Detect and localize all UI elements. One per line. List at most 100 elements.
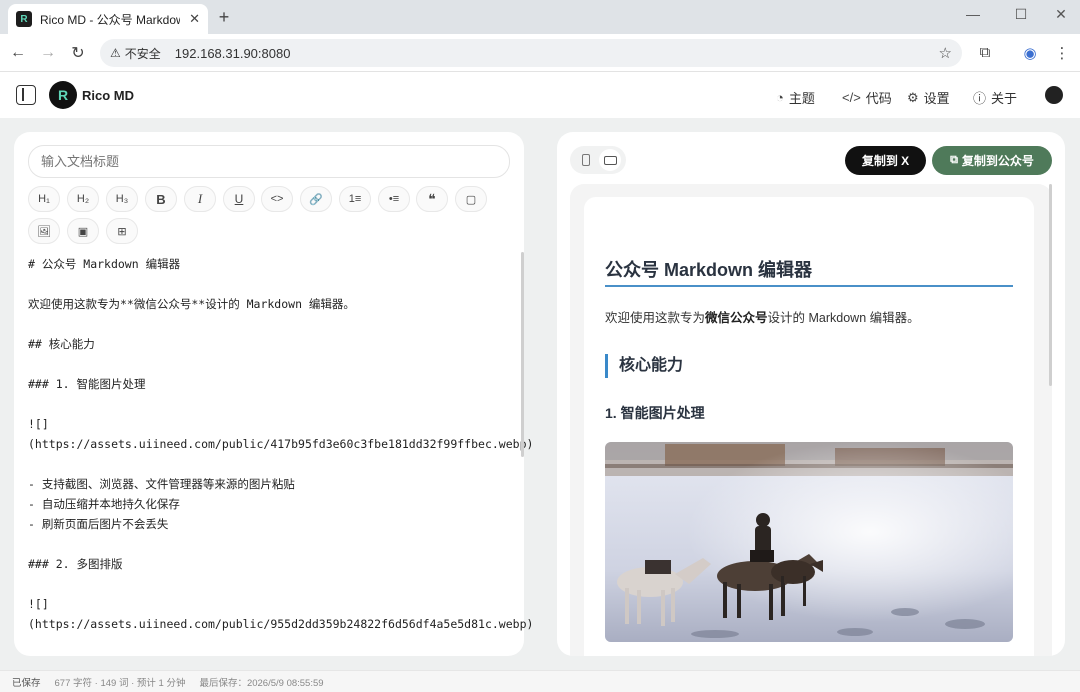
bold-button[interactable]: B: [145, 186, 177, 212]
back-icon[interactable]: ←: [8, 43, 28, 63]
save-status: 已保存: [12, 677, 41, 689]
file-button[interactable]: ▢: [455, 186, 487, 212]
preview-article: 公众号 Markdown 编辑器 欢迎使用这款专为微信公众号设计的 Markdo…: [584, 197, 1034, 656]
preview-image: [605, 442, 1013, 642]
editor-line: 欢迎使用这款专为**微信公众号**设计的 Markdown 编辑器。: [28, 297, 355, 311]
brand-name: Rico MD: [82, 88, 134, 103]
bullet-list-button[interactable]: •≡: [378, 186, 410, 212]
h1-button[interactable]: H₁: [28, 186, 60, 212]
h1-underline: [605, 285, 1013, 287]
ordered-list-button[interactable]: 1≡: [339, 186, 371, 212]
search-tab-icon[interactable]: ⧉: [975, 44, 995, 61]
nav-settings[interactable]: ⚙ 设置: [907, 88, 950, 107]
editor-line: # 公众号 Markdown 编辑器: [28, 257, 181, 271]
forward-icon[interactable]: →: [38, 43, 58, 63]
doc-title-input[interactable]: [28, 145, 510, 178]
address-bar[interactable]: ⚠ 不安全 192.168.31.90:8080 ☆: [100, 39, 962, 67]
nav-about[interactable]: ⓘ 关于: [973, 88, 1017, 107]
sliders-icon: ⚙: [907, 89, 919, 105]
copy-icon: ⧉: [950, 154, 958, 166]
image-button[interactable]: 🖼: [28, 218, 60, 244]
palette-icon: ◔: [776, 90, 784, 105]
preview-viewport: 公众号 Markdown 编辑器 欢迎使用这款专为微信公众号设计的 Markdo…: [570, 184, 1052, 656]
menu-kebab-icon[interactable]: ⋮: [1052, 44, 1072, 62]
copy-to-wechat-label: 复制到公众号: [961, 154, 1034, 168]
paragraph-text-1: 欢迎使用这款专为: [605, 311, 706, 325]
phone-icon: [582, 154, 590, 166]
window-close-icon[interactable]: ✕: [1046, 6, 1076, 23]
copy-to-x-button[interactable]: 复制到 X: [845, 146, 926, 175]
editor-line: (https://assets.uiineed.com/public/417b9…: [28, 437, 534, 451]
nav-theme-label: 主题: [788, 91, 815, 106]
nav-code[interactable]: </> 代码: [842, 88, 892, 107]
info-icon: ⓘ: [973, 91, 987, 106]
nav-theme[interactable]: ◔ 主题: [776, 88, 815, 107]
markdown-editor[interactable]: # 公众号 Markdown 编辑器欢迎使用这款专为**微信公众号**设计的 M…: [28, 254, 534, 634]
copy-to-wechat-button[interactable]: ⧉ 复制到公众号: [932, 146, 1052, 175]
minimize-icon[interactable]: —: [958, 6, 988, 22]
editor-line: ### 2. 多图排版: [28, 557, 123, 571]
maximize-icon[interactable]: ☐: [1006, 6, 1036, 23]
nav-settings-label: 设置: [923, 91, 950, 106]
desktop-view-button[interactable]: [599, 149, 621, 171]
monitor-icon: [603, 155, 617, 165]
paragraph-text-2: 设计的 Markdown 编辑器。: [767, 311, 920, 325]
favicon-icon: R: [16, 11, 32, 27]
reload-icon[interactable]: ↻: [68, 43, 88, 63]
sidebar-toggle-icon[interactable]: [16, 85, 36, 105]
nav-about-label: 关于: [991, 91, 1018, 106]
editor-scrollbar[interactable]: [521, 252, 524, 457]
device-toggle: [570, 146, 626, 174]
code-icon: </>: [842, 90, 861, 105]
last-saved: 最后保存：2026/5/9 08:55:59: [199, 677, 324, 689]
profile-icon[interactable]: ◉: [1020, 44, 1040, 62]
mobile-view-button[interactable]: [575, 149, 597, 171]
editor-line: ![]: [28, 597, 49, 611]
underline-button[interactable]: U: [223, 186, 255, 212]
preview-scrollbar[interactable]: [1049, 184, 1052, 386]
preview-panel: 复制到 X ⧉ 复制到公众号 公众号 Markdown 编辑器 欢迎使用这款专为…: [557, 132, 1065, 656]
quote-button[interactable]: ❝: [416, 186, 448, 212]
browser-tab[interactable]: R Rico MD - 公众号 Markdown ✕: [8, 4, 208, 34]
tab-close-icon[interactable]: ✕: [189, 11, 200, 27]
status-bar: 已保存 677 字符 · 149 词 · 预计 1 分钟 最后保存：2026/5…: [0, 670, 1080, 692]
logo: R: [49, 81, 77, 109]
github-icon[interactable]: [1045, 86, 1063, 104]
browser-tab-bar: R Rico MD - 公众号 Markdown ✕ + — ☐ ✕: [0, 0, 1080, 34]
editor-line: - 刷新页面后图片不会丢失: [28, 517, 169, 531]
editor-line: - 支持截图、浏览器、文件管理器等来源的图片粘贴: [28, 477, 295, 491]
editor-line: (https://assets.uiineed.com/public/955d2…: [28, 617, 534, 631]
bookmark-star-icon[interactable]: ☆: [939, 44, 952, 62]
editor-line: ## 核心能力: [28, 337, 95, 351]
tab-title: Rico MD - 公众号 Markdown: [40, 12, 180, 27]
insecure-label: 不安全: [124, 46, 161, 61]
preview-paragraph: 欢迎使用这款专为微信公众号设计的 Markdown 编辑器。: [605, 307, 920, 326]
url-text[interactable]: 192.168.31.90:8080: [175, 46, 291, 61]
h3-button[interactable]: H₃: [106, 186, 138, 212]
new-tab-button[interactable]: +: [214, 7, 234, 27]
app-header: R Rico MD ◔ 主题 </> 代码 ⚙ 设置 ⓘ 关于: [0, 72, 1080, 118]
table-button[interactable]: ⊞: [106, 218, 138, 244]
preview-h2: 核心能力: [605, 354, 683, 378]
browser-toolbar: ← → ↻ ⚠ 不安全 192.168.31.90:8080 ☆ ⧉ ◉ ⋮: [0, 34, 1080, 72]
editor-line: - 自动压缩并本地持久化保存: [28, 497, 180, 511]
h2-button[interactable]: H₂: [67, 186, 99, 212]
editor-panel: H₁ H₂ H₃ B I U <> 🔗 1≡ •≡ ❝ ▢ 🖼 ▣ ⊞ # 公众…: [14, 132, 534, 656]
editor-line: ![]: [28, 417, 49, 431]
warning-icon: ⚠: [110, 46, 121, 60]
gallery-button[interactable]: ▣: [67, 218, 99, 244]
preview-h1: 公众号 Markdown 编辑器: [605, 260, 813, 280]
italic-button[interactable]: I: [184, 186, 216, 212]
link-button[interactable]: 🔗: [300, 186, 332, 212]
paragraph-bold: 微信公众号: [705, 311, 768, 325]
nav-code-label: 代码: [865, 91, 892, 106]
code-button[interactable]: <>: [261, 186, 293, 212]
editor-line: ### 1. 智能图片处理: [28, 377, 146, 391]
